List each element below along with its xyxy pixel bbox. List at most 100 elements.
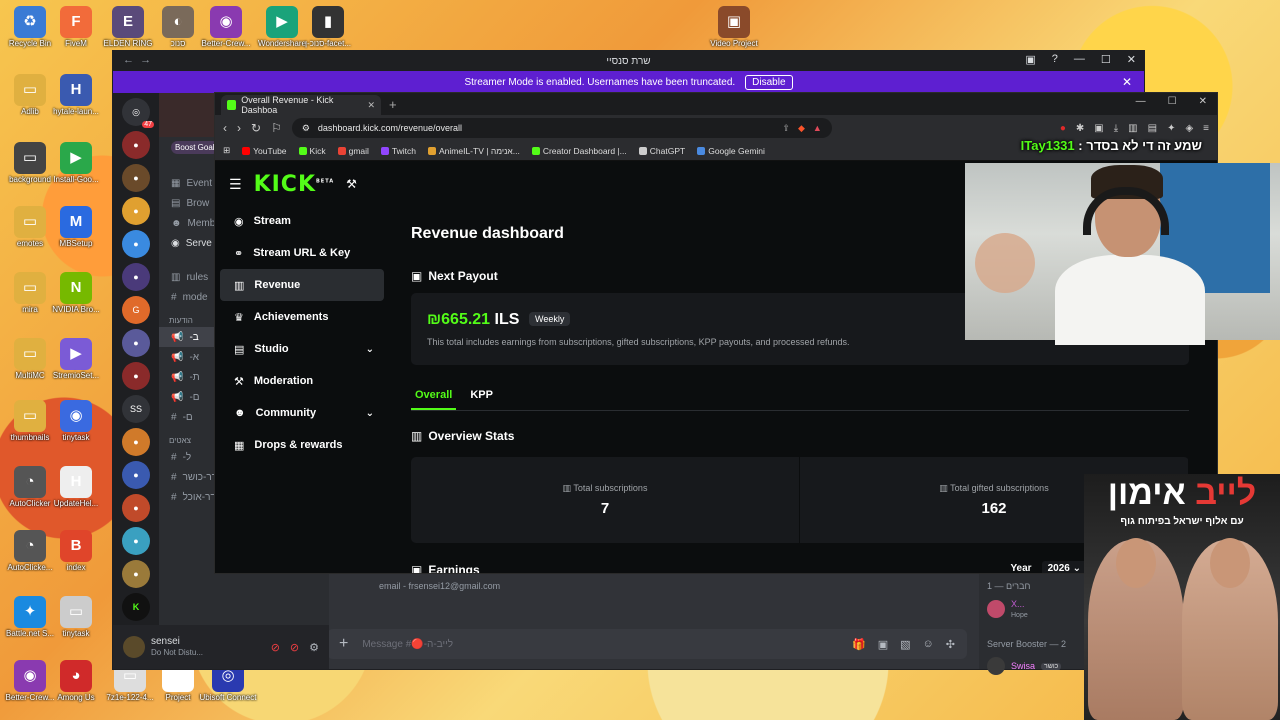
bookmark-page-icon[interactable]: ⚐ <box>271 121 282 135</box>
apps-grid-icon[interactable]: ⊞ <box>223 145 230 156</box>
server-icon[interactable]: ● <box>122 263 150 291</box>
settings-gear-icon[interactable]: ⚙ <box>309 641 319 654</box>
share-icon[interactable]: ⇪ <box>782 123 790 134</box>
server-icon[interactable]: ● <box>122 230 150 258</box>
desktop-shortcut[interactable]: Hhytale-laun... <box>46 74 106 117</box>
sidebar-icon[interactable]: ▥ <box>1128 123 1137 134</box>
desktop-shortcut[interactable]: ◉ tinytask <box>46 400 106 443</box>
address-bar[interactable]: ⚙ dashboard.kick.com/revenue/overall ⇪ ◆… <box>291 118 832 138</box>
hammer-icon[interactable]: ⚒ <box>346 177 357 191</box>
site-info-icon[interactable]: ⚙ <box>302 123 310 134</box>
tab-overall[interactable]: Overall <box>411 385 457 410</box>
emoji-icon[interactable]: ☺ <box>923 638 934 651</box>
hamburger-menu-icon[interactable]: ☰ <box>229 176 242 193</box>
bookmark-item[interactable]: Twitch <box>380 146 416 156</box>
desktop-shortcut[interactable]: ▭ tinytask <box>46 596 106 639</box>
close-icon[interactable]: ✕ <box>1122 75 1132 89</box>
tab-kpp[interactable]: KPP <box>466 385 497 410</box>
disable-streamer-mode-button[interactable]: Disable <box>745 74 793 90</box>
year-select[interactable]: 2026 ⌄ <box>1041 561 1087 573</box>
kick-logo[interactable]: KICKBETA <box>254 172 335 197</box>
desktop-shortcut[interactable]: F FiveM <box>46 6 106 49</box>
server-icon[interactable]: ● <box>122 461 150 489</box>
discord-home-icon[interactable]: ◎ 47 <box>122 98 154 128</box>
server-icon[interactable]: ● <box>122 428 150 456</box>
nav-item-drops-rewards[interactable]: ▦ Drops & rewards <box>220 429 384 461</box>
tab-search-icon[interactable]: ▤ <box>1148 123 1157 134</box>
mute-mic-icon[interactable]: ⊘ <box>271 641 280 654</box>
member-item[interactable]: Swisa כושר <box>987 657 1062 675</box>
maximize-button[interactable]: ☐ <box>1101 53 1111 66</box>
close-tab-icon[interactable]: ✕ <box>367 100 375 111</box>
server-icon[interactable]: ● <box>122 131 150 159</box>
server-icon[interactable]: G <box>122 296 150 324</box>
server-icon[interactable]: K <box>122 593 150 621</box>
desktop-shortcut[interactable]: ▶ Install-Goo... <box>46 142 106 185</box>
add-attachment-icon[interactable]: + <box>339 635 348 653</box>
desktop-shortcut[interactable]: ▮ סנוכ-ן-facet... <box>298 6 358 49</box>
nav-item-studio[interactable]: ▤ Studio ⌄ <box>220 333 384 365</box>
desktop-shortcut[interactable]: H UpdateHel... <box>46 466 106 509</box>
server-icon[interactable]: ● <box>122 329 150 357</box>
sticker-icon[interactable]: ▧ <box>900 638 910 651</box>
extensions-icon[interactable]: ✱ <box>1076 123 1084 134</box>
chevron-down-icon[interactable]: ⌄ <box>366 408 374 419</box>
desktop-shortcut[interactable]: ◕ Among Us <box>46 660 106 703</box>
nav-item-achievements[interactable]: ♛ Achievements <box>220 301 384 333</box>
nav-item-community[interactable]: ☻ Community ⌄ <box>220 397 384 429</box>
bookmark-item[interactable]: Google Gemini <box>697 146 765 156</box>
bookmark-item[interactable]: gmail <box>337 146 369 156</box>
server-icon[interactable]: ● <box>122 560 150 588</box>
desktop-shortcut[interactable]: M MBSetup <box>46 206 106 249</box>
member-item[interactable]: X... Hope <box>987 599 1028 619</box>
nav-item-moderation[interactable]: ⚒ Moderation <box>220 365 384 397</box>
forward-icon[interactable]: › <box>237 121 241 135</box>
bookmark-item[interactable]: YouTube <box>242 146 287 156</box>
leo-ai-icon[interactable]: ✦ <box>1167 123 1175 134</box>
nav-item-revenue[interactable]: ▥ Revenue <box>220 269 384 301</box>
desktop-shortcut[interactable]: ▶ StremioSet... <box>46 338 106 381</box>
bookmark-item[interactable]: Creator Dashboard |... <box>531 146 627 156</box>
desktop-shortcut[interactable]: ◉ Better-Crew... <box>196 6 256 49</box>
nav-item-stream-url-key[interactable]: ⚭ Stream URL & Key <box>220 237 384 269</box>
brave-rewards-icon[interactable]: ▲ <box>813 123 822 133</box>
nav-item-stream[interactable]: ◉ Stream <box>220 205 384 237</box>
browser-tab[interactable]: Overall Revenue - Kick Dashboa ✕ <box>221 95 381 115</box>
desktop-shortcut[interactable]: ▣ Video Project <box>704 6 764 49</box>
brave-shields-icon[interactable]: ◆ <box>798 123 805 134</box>
chevron-down-icon[interactable]: ⌄ <box>366 344 374 355</box>
server-icon[interactable]: ● <box>122 164 150 192</box>
bookmark-item[interactable]: ChatGPT <box>638 146 685 156</box>
message-input[interactable]: + Message #🔴-לייב-ה 🎁 ▣ ▧ ☺ ✣ <box>327 629 967 659</box>
reload-icon[interactable]: ↻ <box>251 121 261 135</box>
extension-icon[interactable]: ● <box>1060 123 1066 134</box>
close-button[interactable]: ✕ <box>1127 53 1136 66</box>
desktop-shortcut[interactable]: N NVIDIA Bro... <box>46 272 106 315</box>
bookmark-item[interactable]: AnimeIL-TV | אנימה... <box>428 146 520 156</box>
gift-icon[interactable]: 🎁 <box>852 638 866 651</box>
wallet-icon[interactable]: ▣ <box>1094 123 1103 134</box>
minimize-button[interactable]: — <box>1136 96 1146 107</box>
avatar[interactable] <box>123 636 145 658</box>
download-icon[interactable]: ⤓ <box>1114 123 1118 134</box>
server-icon[interactable]: ● <box>122 362 150 390</box>
bookmark-item[interactable]: Kick <box>298 146 326 156</box>
gif-icon[interactable]: ▣ <box>878 638 888 651</box>
back-forward-arrows[interactable]: ← → <box>123 54 151 66</box>
server-icon[interactable]: ● <box>122 494 150 522</box>
server-icon[interactable]: ● <box>122 527 150 555</box>
help-icon[interactable]: ? <box>1052 53 1058 66</box>
apps-icon[interactable]: ✣ <box>946 638 955 651</box>
menu-icon[interactable]: ≡ <box>1203 123 1209 134</box>
desktop-shortcut[interactable]: Bindex <box>46 530 106 573</box>
new-tab-icon[interactable]: + <box>389 97 397 112</box>
deafen-icon[interactable]: ⊘ <box>290 641 299 654</box>
close-button[interactable]: ✕ <box>1199 96 1207 107</box>
vpn-icon[interactable]: ◈ <box>1185 123 1193 134</box>
back-icon[interactable]: ‹ <box>223 121 227 135</box>
minimize-button[interactable]: — <box>1074 53 1085 66</box>
maximize-button[interactable]: ☐ <box>1168 96 1177 107</box>
inbox-icon[interactable]: ▣ <box>1025 53 1035 66</box>
server-icon[interactable]: ● <box>122 197 150 225</box>
server-icon[interactable]: SS <box>122 395 150 423</box>
